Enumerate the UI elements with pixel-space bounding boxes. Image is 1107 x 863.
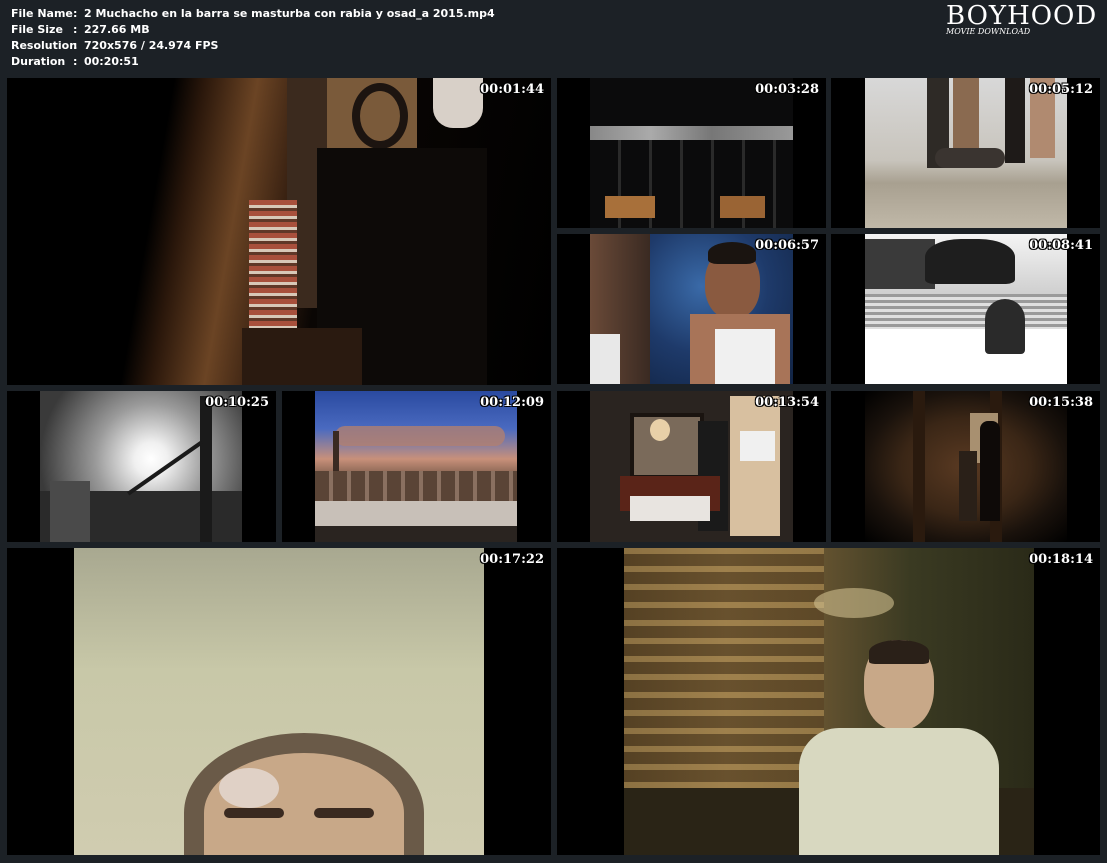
info-value: 2 Muchacho en la barra se masturba con r… <box>84 7 495 20</box>
thumbnail-5[interactable]: 00:08:41 <box>831 234 1100 384</box>
file-info-panel: File Name : 2 Muchacho en la barra se ma… <box>11 6 495 70</box>
info-row-filename: File Name : 2 Muchacho en la barra se ma… <box>11 6 495 22</box>
info-key: File Name <box>11 7 73 20</box>
info-key: Resolution <box>11 39 78 52</box>
thumbnail-11[interactable]: 00:18:14 <box>557 548 1100 855</box>
timestamp: 00:08:41 <box>1029 238 1093 253</box>
info-row-resolution: Resolution : 720x576 / 24.974 FPS <box>11 38 495 54</box>
thumbnail-7[interactable]: 00:12:09 <box>282 391 551 542</box>
thumbnail-4[interactable]: 00:06:57 <box>557 234 826 384</box>
timestamp: 00:15:38 <box>1029 395 1093 410</box>
timestamp: 00:13:54 <box>755 395 819 410</box>
thumbnail-8[interactable]: 00:13:54 <box>557 391 826 542</box>
timestamp: 00:03:28 <box>755 82 819 97</box>
info-sep: : <box>73 7 78 20</box>
timestamp: 00:05:12 <box>1029 82 1093 97</box>
timestamp: 00:06:57 <box>755 238 819 253</box>
timestamp: 00:12:09 <box>480 395 544 410</box>
timestamp: 00:01:44 <box>480 82 544 97</box>
thumbnail-9[interactable]: 00:15:38 <box>831 391 1100 542</box>
thumbnail-1[interactable]: 00:01:44 <box>7 78 551 385</box>
info-sep: : <box>73 55 78 68</box>
logo-title: BOYHOOD <box>946 1 1098 31</box>
info-value: 227.66 MB <box>84 23 150 36</box>
thumbnail-3[interactable]: 00:05:12 <box>831 78 1100 228</box>
timestamp: 00:18:14 <box>1029 552 1093 567</box>
info-row-filesize: File Size : 227.66 MB <box>11 22 495 38</box>
thumbnail-6[interactable]: 00:10:25 <box>7 391 276 542</box>
thumbnail-10[interactable]: 00:17:22 <box>7 548 551 855</box>
info-sep: : <box>73 39 78 52</box>
info-value: 00:20:51 <box>84 55 139 68</box>
info-key: File Size <box>11 23 63 36</box>
logo: BOYHOOD MOVIE DOWNLOAD <box>946 2 1097 36</box>
info-key: Duration <box>11 55 66 68</box>
timestamp: 00:17:22 <box>480 552 544 567</box>
info-sep: : <box>73 23 78 36</box>
info-row-duration: Duration : 00:20:51 <box>11 54 495 70</box>
info-value: 720x576 / 24.974 FPS <box>84 39 219 52</box>
timestamp: 00:10:25 <box>205 395 269 410</box>
thumbnail-2[interactable]: 00:03:28 <box>557 78 826 228</box>
